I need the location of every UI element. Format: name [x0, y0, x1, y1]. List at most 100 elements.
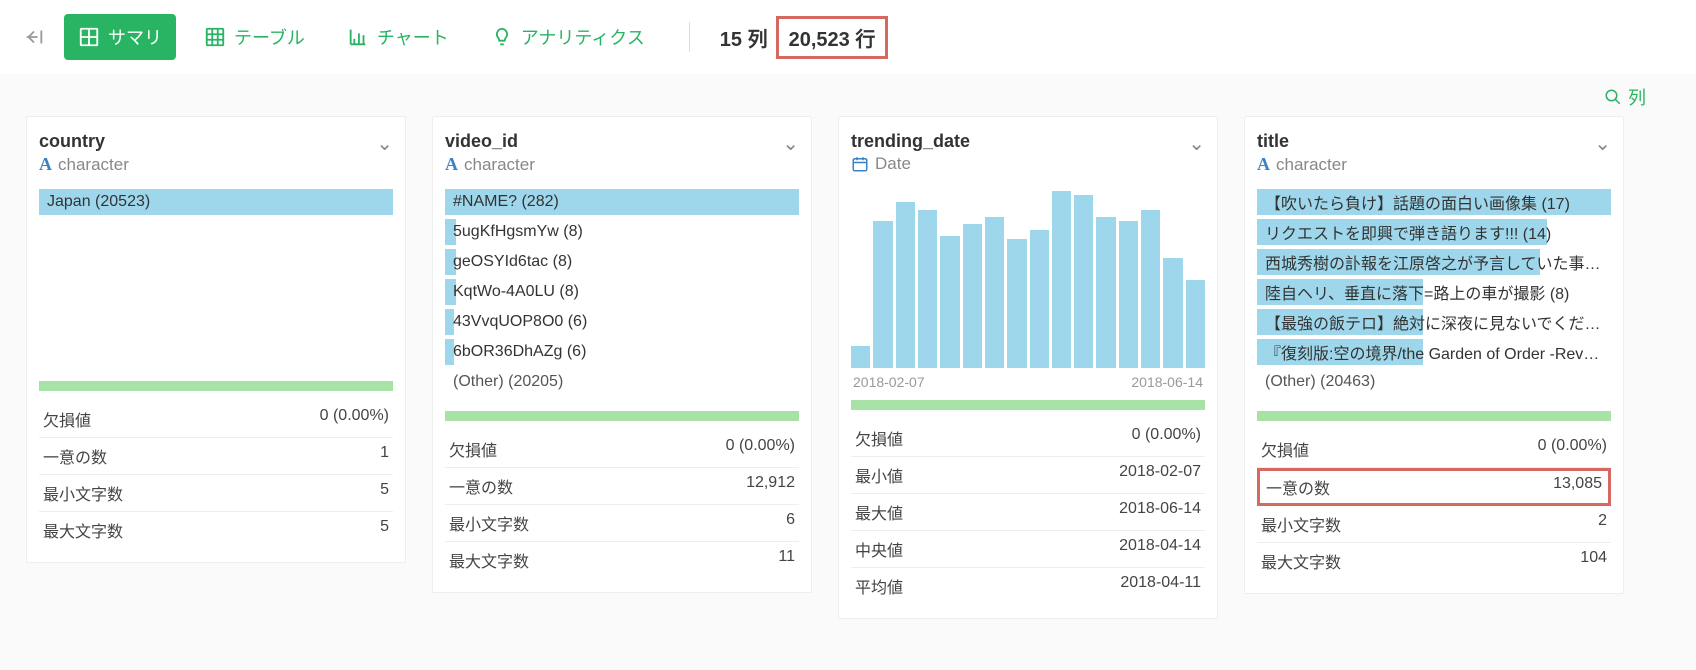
- stat-row: 平均値2018-04-11: [851, 568, 1205, 604]
- tab-table[interactable]: テーブル: [190, 14, 319, 60]
- stat-value: 104: [1580, 549, 1607, 573]
- stat-value: 0 (0.00%): [1538, 437, 1607, 461]
- stat-row: 最大文字数 11: [445, 542, 799, 578]
- value-bar-row[interactable]: 『復刻版:空の境界/the Garden of Order -Rev…: [1257, 337, 1611, 367]
- value-bar-row[interactable]: 陸自ヘリ、垂直に落下=路上の車が撮影 (8): [1257, 277, 1611, 307]
- stat-value: 13,085: [1553, 475, 1602, 499]
- value-bar-row[interactable]: KqtWo-4A0LU (8): [445, 277, 799, 307]
- tab-label: サマリ: [108, 24, 162, 50]
- value-bar-label: KqtWo-4A0LU (8): [445, 283, 799, 301]
- summary-cards: countryAcharacter⌄Japan (20523)欠損値0 (0.0…: [0, 116, 1696, 645]
- stat-row: 中央値 2018-04-14: [851, 531, 1205, 568]
- completeness-bar: [851, 400, 1205, 410]
- stat-row: 一意の数1: [39, 438, 393, 475]
- chevron-down-icon[interactable]: ⌄: [1188, 131, 1205, 156]
- stat-key: 最大文字数: [1261, 549, 1341, 573]
- stats-list: 欠損値0 (0.00%)最小値2018-02-07最大値2018-06-14中央…: [851, 420, 1205, 604]
- value-bar-row[interactable]: #NAME? (282): [445, 187, 799, 217]
- tab-chart[interactable]: チャート: [333, 14, 463, 60]
- stat-value: 2018-04-14: [1119, 537, 1201, 561]
- dataset-meta: 15 列 20,523 行: [720, 16, 889, 59]
- tab-analytics[interactable]: アナリティクス: [477, 14, 659, 60]
- card-header: video_idAcharacter⌄: [445, 127, 799, 183]
- stats-list: 欠損値0 (0.00%)一意の数13,085最小文字数2最大文字数104: [1257, 431, 1611, 579]
- value-bar-label: Japan (20523): [39, 193, 393, 211]
- stat-key: 一意の数: [1266, 475, 1330, 499]
- stats-list: 欠損値0 (0.00%)一意の数1最小文字数 5 最大文字数 5: [39, 401, 393, 548]
- column-type: Acharacter: [445, 154, 535, 175]
- value-bar-row[interactable]: リクエストを即興で弾き語ります!!! (14): [1257, 217, 1611, 247]
- tab-label: テーブル: [234, 24, 305, 50]
- character-type-icon: A: [1257, 154, 1270, 175]
- stat-key: 最小文字数: [43, 481, 123, 505]
- stat-value: 2: [1598, 512, 1607, 536]
- stat-row: 欠損値0 (0.00%): [445, 431, 799, 468]
- tab-summary[interactable]: サマリ: [64, 14, 176, 60]
- stat-value: 0 (0.00%): [320, 407, 389, 431]
- tab-label: チャート: [377, 24, 449, 50]
- toolbar-divider: [689, 22, 690, 52]
- value-bar-row[interactable]: 【吹いたら負け】話題の面白い画像集 (17): [1257, 187, 1611, 217]
- stat-key: 最小文字数: [449, 511, 529, 535]
- value-bar-label: geOSYId6tac (8): [445, 253, 799, 271]
- stat-key: 最小値: [855, 463, 903, 487]
- stats-list: 欠損値0 (0.00%)一意の数12,912最小文字数6最大文字数11: [445, 431, 799, 578]
- analytics-icon: [491, 26, 513, 48]
- search-icon: [1604, 88, 1622, 106]
- stat-row: 最小文字数 5: [39, 475, 393, 512]
- stat-value: 6: [786, 511, 795, 535]
- value-bar-row[interactable]: 43VvqUOP8O0 (6): [445, 307, 799, 337]
- value-bars: #NAME? (282) 5ugKfHgsmYw (8) geOSYId6tac (…: [445, 183, 799, 403]
- value-bar-label: 【最強の飯テロ】絶対に深夜に見ないでくだ…: [1257, 310, 1611, 334]
- stat-value: 2018-04-11: [1120, 574, 1201, 598]
- column-search-label: 列: [1628, 84, 1646, 110]
- card-header: titleAcharacter⌄: [1257, 127, 1611, 183]
- other-row: (Other) (20463): [1257, 367, 1611, 397]
- collapse-sidebar-icon[interactable]: [22, 25, 46, 49]
- stat-value: 11: [778, 548, 795, 572]
- value-bar-label: 6bOR36DhAZg (6): [445, 343, 799, 361]
- value-bar-row[interactable]: Japan (20523): [39, 187, 393, 217]
- character-type-icon: A: [445, 154, 458, 175]
- value-bar-row[interactable]: 5ugKfHgsmYw (8): [445, 217, 799, 247]
- column-type: Acharacter: [39, 154, 129, 175]
- stat-row: 最小値 2018-02-07: [851, 457, 1205, 494]
- column-name: country: [39, 131, 129, 152]
- column-type: Acharacter: [1257, 154, 1347, 175]
- stat-key: 中央値: [855, 537, 903, 561]
- value-bar-label: #NAME? (282): [445, 193, 799, 211]
- date-icon: [851, 155, 869, 173]
- stat-row: 最小文字数 6: [445, 505, 799, 542]
- stat-key: 一意の数: [449, 474, 513, 498]
- chevron-down-icon[interactable]: ⌄: [376, 131, 393, 156]
- card-header: countryAcharacter ⌄: [39, 127, 393, 183]
- value-bar-label: 5ugKfHgsmYw (8): [445, 223, 799, 241]
- stat-value: 1: [380, 444, 389, 468]
- value-bar-row[interactable]: 西城秀樹の訃報を江原啓之が予言していた事…: [1257, 247, 1611, 277]
- column-name: trending_date: [851, 131, 970, 152]
- stat-key: 最大文字数: [43, 518, 123, 542]
- completeness-bar: [39, 381, 393, 391]
- stat-value: 0 (0.00%): [726, 437, 795, 461]
- value-bar-label: 陸自ヘリ、垂直に落下=路上の車が撮影 (8): [1257, 280, 1611, 304]
- column-search[interactable]: 列: [1604, 84, 1666, 110]
- other-row: (Other) (20205): [445, 367, 799, 397]
- chevron-down-icon[interactable]: ⌄: [782, 131, 799, 156]
- column-type: Date: [851, 154, 970, 174]
- completeness-bar: [1257, 411, 1611, 421]
- tab-label: アナリティクス: [521, 24, 645, 50]
- value-bar-label: 【吹いたら負け】話題の面白い画像集 (17): [1257, 190, 1611, 214]
- stat-key: 欠損値: [1261, 437, 1309, 461]
- stat-key: 最大文字数: [449, 548, 529, 572]
- stat-value: 2018-02-07: [1119, 463, 1201, 487]
- value-bar-row[interactable]: 【最強の飯テロ】絶対に深夜に見ないでくだ…: [1257, 307, 1611, 337]
- stat-row: 欠損値 0 (0.00%): [1257, 431, 1611, 468]
- stat-value: 5: [380, 481, 389, 505]
- chevron-down-icon[interactable]: ⌄: [1594, 131, 1611, 156]
- table-icon: [204, 26, 226, 48]
- value-bar-row[interactable]: 6bOR36DhAZg (6): [445, 337, 799, 367]
- stat-row: 最大文字数 104: [1257, 543, 1611, 579]
- value-bar-row[interactable]: geOSYId6tac (8): [445, 247, 799, 277]
- character-type-icon: A: [39, 154, 52, 175]
- stat-row: 欠損値0 (0.00%): [39, 401, 393, 438]
